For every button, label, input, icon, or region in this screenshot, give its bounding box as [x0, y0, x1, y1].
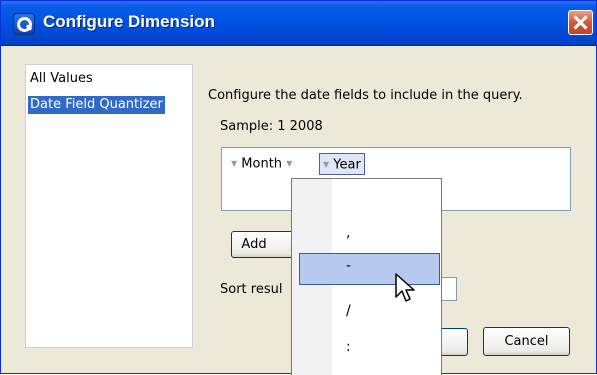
sort-results-label: Sort resul	[220, 282, 283, 297]
menu-item-label: /	[346, 303, 351, 319]
add-button[interactable]: Add	[231, 231, 295, 258]
dropdown-arrow-icon: ▼	[286, 159, 293, 168]
field-tag-year[interactable]: ▼ Year	[319, 153, 365, 175]
menu-item-label: -	[346, 258, 352, 274]
list-item-date-field-quantizer[interactable]: Date Field Quantizer	[28, 96, 165, 114]
menu-item-dash[interactable]: -	[299, 253, 440, 285]
configure-dimension-dialog: Configure Dimension All Values Date Fiel…	[0, 0, 597, 375]
dimension-type-list: All Values Date Field Quantizer	[25, 64, 193, 348]
field-tag-month-label: Month	[241, 156, 283, 172]
cancel-button[interactable]: Cancel	[483, 327, 570, 356]
field-tag-month[interactable]: ▼ Month ▼	[231, 154, 292, 174]
sample-text: Sample: 1 2008	[220, 119, 323, 134]
list-item-all-values[interactable]: All Values	[28, 70, 95, 88]
separator-menu: , - / :	[291, 178, 442, 375]
field-tag-year-label: Year	[333, 157, 361, 173]
dropdown-arrow-icon: ▼	[231, 159, 238, 168]
menu-item-label: ,	[346, 225, 351, 241]
window-title: Configure Dimension	[43, 12, 215, 31]
menu-item-label: :	[346, 339, 351, 355]
close-button[interactable]	[568, 10, 593, 35]
title-bar[interactable]: Configure Dimension	[1, 1, 596, 46]
description-text: Configure the date fields to include in …	[208, 88, 523, 103]
app-search-icon	[13, 13, 35, 35]
menu-item-slash[interactable]: /	[292, 297, 441, 329]
menu-item-comma[interactable]: ,	[292, 219, 441, 251]
mouse-pointer-icon	[395, 273, 415, 302]
dropdown-arrow-icon: ▼	[323, 160, 330, 169]
menu-item-colon[interactable]: :	[292, 333, 441, 365]
